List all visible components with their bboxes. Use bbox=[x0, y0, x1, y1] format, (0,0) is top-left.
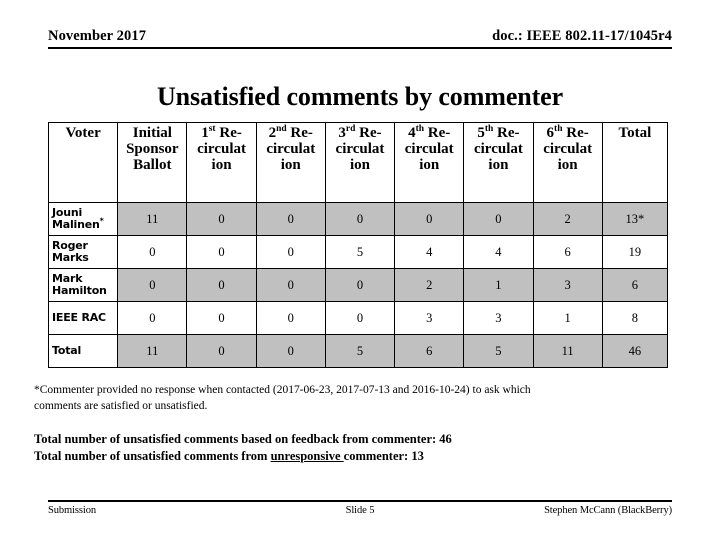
table-cell-count: 1 bbox=[463, 268, 534, 302]
footer-slide-number: Slide 5 bbox=[345, 505, 375, 516]
table-cell-count: 0 bbox=[117, 235, 188, 269]
table-cell-count: 4 bbox=[394, 235, 465, 269]
totals-note-feedback: Total number of unsatisfied comments bas… bbox=[34, 432, 452, 446]
column-header-recirculation-4: 4th Re- circulat ion bbox=[394, 122, 465, 203]
voter-name-line-2: Marks bbox=[52, 251, 89, 264]
table-cell-count: 0 bbox=[186, 202, 257, 236]
table-cell-count: 4 bbox=[463, 235, 534, 269]
header-divider bbox=[48, 47, 672, 49]
table-cell-total: 13* bbox=[601, 202, 669, 236]
header-date: November 2017 bbox=[48, 28, 147, 44]
table-row: IEEE RAC 0 0 0 0 3 3 1 8 bbox=[47, 301, 669, 335]
unsatisfied-comments-table: Voter Initial Sponsor Ballot 1st Re- cir… bbox=[47, 122, 669, 368]
column-header-recirculation-5: 5th Re- circulat ion bbox=[463, 122, 534, 203]
slide-header: November 2017 doc.: IEEE 802.11-17/1045r… bbox=[48, 28, 672, 49]
table-cell-count: 11 bbox=[117, 202, 188, 236]
column-header-voter: Voter bbox=[47, 122, 119, 203]
table-cell-count: 0 bbox=[394, 202, 465, 236]
voter-name-footnote-marker: * bbox=[99, 216, 104, 226]
table-header-row: Voter Initial Sponsor Ballot 1st Re- cir… bbox=[47, 122, 669, 203]
table-cell-count: 0 bbox=[463, 202, 534, 236]
totals-notes: Total number of unsatisfied comments bas… bbox=[34, 431, 664, 466]
header-row: November 2017 doc.: IEEE 802.11-17/1045r… bbox=[48, 28, 672, 47]
table-cell-count: 11 bbox=[532, 334, 603, 368]
column-header-recirculation-1: 1st Re- circulat ion bbox=[186, 122, 257, 203]
table-header: Voter Initial Sponsor Ballot 1st Re- cir… bbox=[47, 122, 669, 203]
column-header-recirculation-3: 3rd Re- circulat ion bbox=[324, 122, 396, 203]
table-cell-count: 0 bbox=[117, 301, 188, 335]
voter-name-line-1: Total bbox=[52, 343, 82, 357]
footnote-line-2: comments are satisfied or unsatisfied. bbox=[34, 400, 208, 413]
voter-name-line-1: IEEE RAC bbox=[52, 310, 106, 324]
table-cell-count: 2 bbox=[394, 268, 465, 302]
table-cell-count: 0 bbox=[324, 268, 396, 302]
column-header-total: Total bbox=[601, 122, 669, 203]
table-cell-count: 2 bbox=[532, 202, 603, 236]
table-cell-count: 0 bbox=[255, 334, 326, 368]
footer-divider bbox=[48, 500, 672, 502]
voter-name-line-1: Mark bbox=[52, 271, 83, 285]
column-header-total-label: Total bbox=[618, 125, 652, 141]
table-cell-count: 0 bbox=[186, 334, 257, 368]
table-cell-count: 0 bbox=[255, 301, 326, 335]
table-cell-voter-name: Mark Hamilton bbox=[47, 268, 119, 302]
column-header-recirculation-2: 2nd Re- circulat ion bbox=[255, 122, 326, 203]
voter-name-line-1: Jouni bbox=[52, 205, 83, 219]
table-row: Mark Hamilton 0 0 0 0 2 1 3 6 bbox=[47, 268, 669, 302]
column-header-recirculation-6: 6th Re- circulat ion bbox=[532, 122, 603, 203]
table-cell-count: 5 bbox=[324, 334, 396, 368]
table-cell-count: 0 bbox=[117, 268, 188, 302]
table-cell-count: 11 bbox=[117, 334, 188, 368]
table-cell-count: 5 bbox=[324, 235, 396, 269]
table-cell-voter-name: Total bbox=[47, 334, 119, 368]
header-doc-number: doc.: IEEE 802.11-17/1045r4 bbox=[492, 28, 672, 44]
table-cell-count: 0 bbox=[186, 235, 257, 269]
table-cell-count: 0 bbox=[255, 268, 326, 302]
table-cell-count: 0 bbox=[255, 202, 326, 236]
table-cell-voter-name: Jouni Malinen* bbox=[47, 202, 119, 236]
table-cell-count: 3 bbox=[394, 301, 465, 335]
voter-name-line-1: Roger bbox=[52, 238, 88, 252]
slide-footer: Submission Slide 5 Stephen McCann (Black… bbox=[48, 500, 672, 516]
table-row: Total 11 0 0 5 6 5 11 46 bbox=[47, 334, 669, 368]
column-header-initial-sponsor-ballot: Initial Sponsor Ballot bbox=[117, 122, 188, 203]
isb-line1: Initial bbox=[132, 125, 172, 141]
isb-line3: Ballot bbox=[133, 157, 172, 174]
table-cell-count: 6 bbox=[394, 334, 465, 368]
table-row: Roger Marks 0 0 0 5 4 4 6 19 bbox=[47, 235, 669, 269]
totals-note-unresponsive-emphasis: unresponsive bbox=[270, 449, 344, 464]
footnote: *Commenter provided no response when con… bbox=[34, 382, 664, 415]
table-cell-count: 0 bbox=[186, 268, 257, 302]
table-cell-count: 3 bbox=[532, 268, 603, 302]
unsatisfied-comments-table-container: Voter Initial Sponsor Ballot 1st Re- cir… bbox=[47, 122, 669, 368]
column-header-voter-label: Voter bbox=[65, 125, 101, 141]
totals-note-unresponsive-pre: Total number of unsatisfied comments fro… bbox=[34, 449, 271, 464]
table-cell-total: 19 bbox=[601, 235, 669, 269]
table-cell-total: 8 bbox=[601, 301, 669, 335]
table-cell-count: 6 bbox=[532, 235, 603, 269]
footer-submission-label: Submission bbox=[48, 505, 97, 516]
table-cell-count: 0 bbox=[324, 301, 396, 335]
table-cell-count: 0 bbox=[324, 202, 396, 236]
totals-note-unresponsive-post: commenter: 13 bbox=[343, 449, 424, 464]
page-title: Unsatisfied comments by commenter bbox=[156, 82, 564, 111]
footer-row: Submission Slide 5 Stephen McCann (Black… bbox=[48, 505, 672, 516]
table-cell-total: 46 bbox=[601, 334, 669, 368]
table-cell-total: 6 bbox=[601, 268, 669, 302]
table-cell-count: 0 bbox=[186, 301, 257, 335]
table-row: Jouni Malinen* 11 0 0 0 0 0 2 13* bbox=[47, 202, 669, 236]
table-cell-voter-name: Roger Marks bbox=[47, 235, 119, 269]
footer-author: Stephen McCann (BlackBerry) bbox=[544, 505, 672, 516]
table-cell-voter-name: IEEE RAC bbox=[47, 301, 119, 335]
footnote-line-1: *Commenter provided no response when con… bbox=[34, 384, 531, 396]
table-body: Jouni Malinen* 11 0 0 0 0 0 2 13* Roger Marks 0 0 0 5 4 4… bbox=[47, 202, 669, 368]
table-cell-count: 3 bbox=[463, 301, 534, 335]
voter-name-line-2: Hamilton bbox=[52, 284, 107, 297]
isb-line2: Sponsor bbox=[126, 141, 179, 158]
table-cell-count: 5 bbox=[463, 334, 534, 368]
voter-name-line-2: Malinen bbox=[52, 218, 100, 231]
table-cell-count: 1 bbox=[532, 301, 603, 335]
table-cell-count: 0 bbox=[255, 235, 326, 269]
totals-note-unresponsive: Total number of unsatisfied comments fro… bbox=[34, 448, 664, 465]
